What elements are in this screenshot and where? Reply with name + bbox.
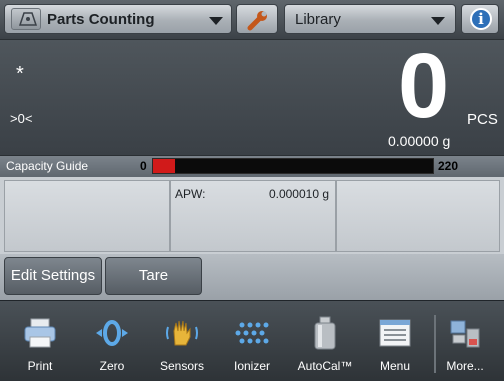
apw-label: APW:	[175, 187, 206, 201]
nav-autocal[interactable]: AutoCal™	[290, 309, 360, 375]
nav-more-label: More...	[446, 359, 484, 373]
nav-print-label: Print	[27, 359, 53, 373]
chevron-down-icon	[209, 17, 223, 25]
application-mode-select[interactable]: Parts Counting	[4, 4, 232, 34]
capacity-max: 220	[438, 159, 459, 173]
edit-settings-button[interactable]: Edit Settings	[4, 257, 102, 295]
info-button[interactable]: i	[461, 4, 499, 34]
info-panel-3	[336, 180, 500, 252]
wrench-icon	[247, 11, 267, 31]
info-icon: i	[470, 8, 492, 30]
capacity-min: 0	[140, 159, 147, 173]
action-button-row: Edit Settings Tare	[0, 254, 504, 300]
zero-icon	[96, 320, 128, 346]
nav-ionizer[interactable]: Ionizer	[217, 309, 287, 375]
nav-more[interactable]: More...	[430, 309, 500, 375]
library-label: Library	[295, 11, 341, 28]
nav-print[interactable]: Print	[5, 309, 75, 375]
capacity-bar-fill	[153, 159, 175, 173]
application-setup-button[interactable]	[236, 4, 278, 34]
nav-autocal-label: AutoCal™	[297, 359, 353, 373]
capacity-guide-label: Capacity Guide	[6, 159, 89, 173]
apw-value: 0.000010 g	[268, 187, 329, 201]
count-unit: PCS	[467, 111, 498, 128]
stable-indicator: *	[16, 63, 24, 85]
center-of-zero-indicator: >0<	[10, 111, 33, 126]
capacity-guide: Capacity Guide 0 220	[0, 155, 504, 177]
library-select[interactable]: Library	[284, 4, 456, 34]
menu-icon	[379, 319, 411, 347]
weight-readout: 0.00000 g	[388, 133, 451, 149]
nav-zero[interactable]: Zero	[77, 309, 147, 375]
tare-button[interactable]: Tare	[105, 257, 202, 295]
info-panels: APW: 0.000010 g	[0, 177, 504, 254]
nav-sensors-label: Sensors	[159, 359, 205, 373]
printer-icon	[24, 318, 56, 348]
nav-sensors[interactable]: Sensors	[147, 309, 217, 375]
main-count-value: 0	[398, 35, 450, 137]
info-panel-apw: APW: 0.000010 g	[170, 180, 336, 252]
nav-menu[interactable]: Menu	[360, 309, 430, 375]
weighing-display: * >0< 0 PCS 0.00000 g	[0, 36, 504, 155]
top-bar: Parts Counting Library i	[0, 0, 504, 40]
application-mode-label: Parts Counting	[47, 11, 155, 28]
more-icon	[450, 320, 480, 348]
hand-sensor-icon	[166, 320, 198, 346]
parts-counting-icon	[11, 8, 41, 30]
nav-menu-label: Menu	[379, 359, 411, 373]
chevron-down-icon	[431, 17, 445, 25]
nav-zero-label: Zero	[99, 359, 125, 373]
bottom-nav: Print Zero Sensors Ionizer AutoCal™ Menu…	[0, 300, 504, 381]
info-panel-1	[4, 180, 170, 252]
calibration-weight-icon	[314, 316, 336, 350]
capacity-bar	[152, 158, 434, 174]
nav-ionizer-label: Ionizer	[233, 359, 271, 373]
ionizer-icon	[235, 322, 269, 344]
